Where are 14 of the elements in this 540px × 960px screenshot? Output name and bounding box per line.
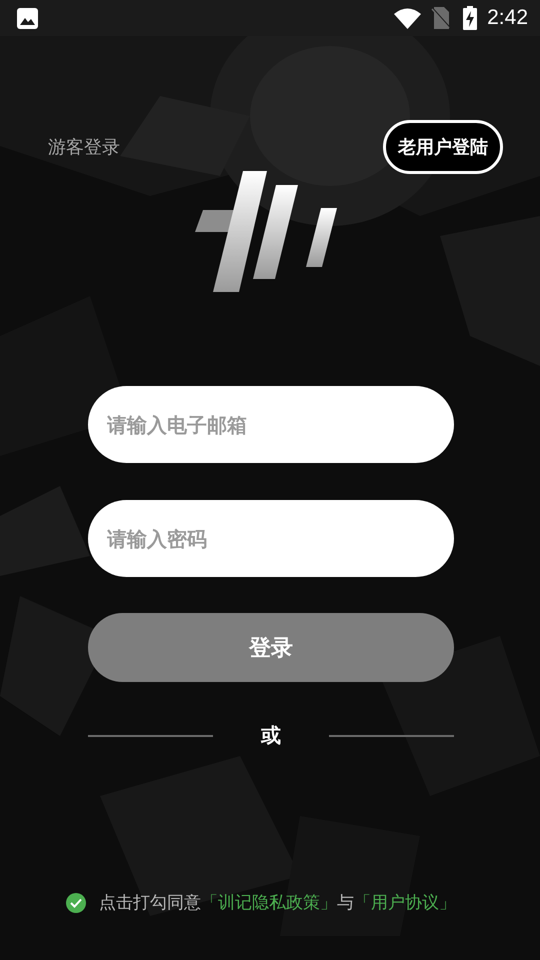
wifi-icon [394, 8, 422, 28]
old-user-login-button[interactable]: 老用户登陆 [383, 120, 503, 174]
no-sim-icon [431, 7, 452, 29]
policy-link[interactable]: 「用户协议」 [354, 893, 456, 913]
or-label: 或 [260, 722, 282, 749]
clock: 2:42 [487, 6, 528, 30]
guest-login-link[interactable]: 游客登录 [48, 135, 120, 159]
agree-checkbox[interactable] [65, 892, 87, 914]
battery-charging-icon [463, 6, 478, 30]
email-field[interactable]: 请输入电子邮箱 [88, 386, 454, 463]
policy-link[interactable]: 「训记隐私政策」 [201, 893, 337, 913]
agreement-text: 点击打勾同意「训记隐私政策」与「用户协议」 [99, 892, 456, 914]
password-field[interactable]: 请输入密码 [88, 500, 454, 577]
gallery-icon [17, 8, 38, 28]
